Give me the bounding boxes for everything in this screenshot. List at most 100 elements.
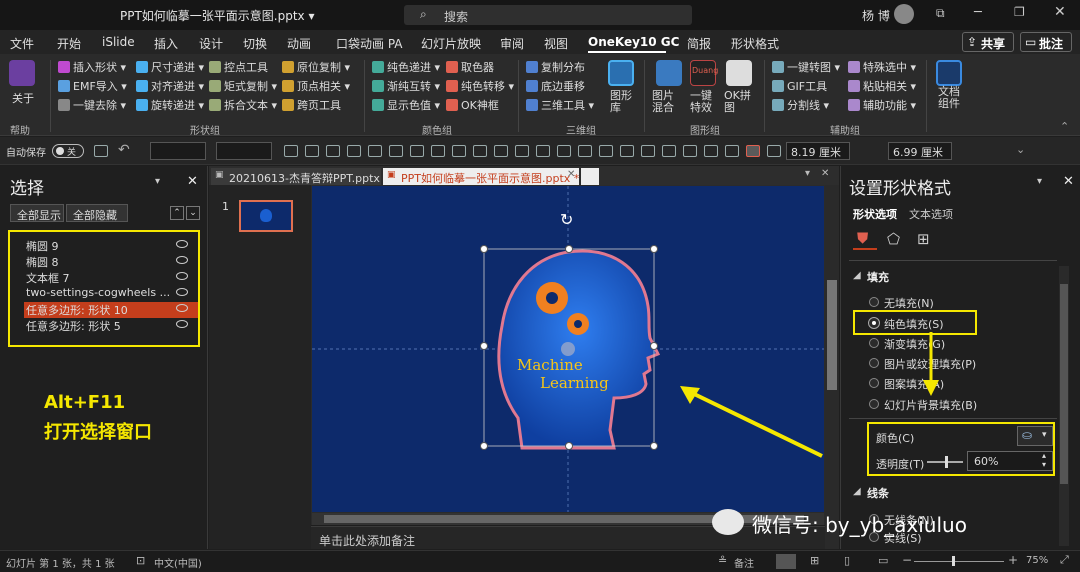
radio-gradient-fill[interactable] <box>869 338 879 348</box>
doc-component-icon[interactable] <box>936 60 962 86</box>
line-section-header[interactable]: 线条 <box>867 485 889 501</box>
merge-union-icon[interactable] <box>557 145 571 157</box>
fill-line-icon[interactable]: ⛊ <box>853 228 877 250</box>
gif-tool-button[interactable]: GIF工具 <box>787 80 827 93</box>
distribute-h-icon[interactable] <box>410 145 424 157</box>
shape-library-icon[interactable] <box>608 60 634 86</box>
tab-home[interactable]: 开始 <box>57 35 81 52</box>
close-icon[interactable]: ✕ <box>1054 4 1066 20</box>
undo-icon[interactable]: ↶ <box>118 142 130 158</box>
line-collapse-icon[interactable]: ◢ <box>853 486 861 497</box>
radio-pattern-fill[interactable] <box>869 378 879 388</box>
user-name[interactable]: 杨 博 <box>862 7 890 24</box>
resize-handle[interactable] <box>565 442 573 450</box>
effects-icon[interactable]: ⬠ <box>887 230 900 248</box>
image-blend-icon[interactable] <box>656 60 682 86</box>
merge-subtract-icon[interactable] <box>641 145 655 157</box>
fit-to-window-icon[interactable]: ⤢ <box>1060 553 1069 567</box>
emf-import-button[interactable]: EMF导入 ▾ <box>73 80 127 93</box>
format-pane-scrollbar[interactable] <box>1059 266 1069 546</box>
fill-section-header[interactable]: 填充 <box>867 269 889 285</box>
slide-text-machine[interactable]: Machine <box>517 356 583 374</box>
insert-shape-button[interactable]: 插入形状 ▾ <box>73 61 126 74</box>
comment-button[interactable]: ▭ 批注 <box>1020 32 1072 52</box>
tab-transitions[interactable]: 切换 <box>243 35 267 52</box>
cross-page-tool-button[interactable]: 跨页工具 <box>297 99 341 112</box>
search-box[interactable]: ⌕ 搜索 <box>404 5 692 25</box>
shape-library-button[interactable]: 图形库 <box>610 90 632 114</box>
solid-progress-button[interactable]: 纯色递进 ▾ <box>387 61 440 74</box>
about-icon[interactable] <box>9 60 35 86</box>
pane-close-icon[interactable]: ✕ <box>187 174 198 189</box>
tab-pocket-animation[interactable]: 口袋动画 PA <box>336 35 403 52</box>
paste-related-button[interactable]: 粘贴相关 ▾ <box>863 80 916 93</box>
align-left-icon[interactable] <box>284 145 298 157</box>
vertical-scroll-thumb[interactable] <box>827 280 837 390</box>
avatar[interactable] <box>894 4 914 24</box>
tab-onekey[interactable]: OneKey10 GC <box>588 35 679 49</box>
font-box[interactable] <box>150 142 206 160</box>
zoom-level[interactable]: 75% <box>1026 555 1048 566</box>
edit-points-icon[interactable] <box>662 145 676 157</box>
group-icon[interactable] <box>473 145 487 157</box>
slide-text-learning[interactable]: Learning <box>540 374 609 392</box>
in-place-copy-button[interactable]: 原位复制 ▾ <box>297 61 350 74</box>
normal-view-icon[interactable] <box>776 554 796 569</box>
resize-handle[interactable] <box>650 245 658 253</box>
align-bottom-icon[interactable] <box>389 145 403 157</box>
slideshow-icon[interactable]: ▭ <box>878 554 888 567</box>
size-progress-button[interactable]: 尺寸递进 ▾ <box>151 61 204 74</box>
notes-toggle[interactable]: 备注 <box>734 555 754 570</box>
size-icon[interactable] <box>767 145 781 157</box>
radio-slide-bg-fill[interactable] <box>869 399 879 409</box>
shape-height-field[interactable]: 6.99 厘米 <box>888 142 952 160</box>
tab-slideshow[interactable]: 幻灯片放映 <box>421 35 481 52</box>
format-close-icon[interactable]: ✕ <box>1063 174 1074 189</box>
tab-review[interactable]: 审阅 <box>500 35 524 52</box>
ungroup-icon[interactable] <box>494 145 508 157</box>
restore-icon[interactable]: ❐ <box>1014 5 1025 19</box>
tabs-close-icon[interactable]: ✕ <box>821 168 829 179</box>
zoom-slider[interactable] <box>914 556 1004 566</box>
doc-component-button[interactable]: 文档组件 <box>938 86 962 110</box>
window-title[interactable]: PPT如何临摹一张平面示意图.pptx ▾ <box>120 7 315 24</box>
resize-handle[interactable] <box>565 245 573 253</box>
align-top-icon[interactable] <box>347 145 361 157</box>
merge-intersect-icon[interactable] <box>620 145 634 157</box>
align-center-icon[interactable] <box>305 145 319 157</box>
share-button[interactable]: ⇪ 共享 <box>962 32 1014 52</box>
merge-combine-icon[interactable] <box>578 145 592 157</box>
tab-islide[interactable]: iSlide <box>102 35 135 49</box>
zoom-out-icon[interactable]: − <box>902 553 912 567</box>
shape-width-field[interactable]: 8.19 厘米 <box>786 142 850 160</box>
bring-front-icon[interactable] <box>515 145 529 157</box>
resize-handle[interactable] <box>650 442 658 450</box>
zoom-thumb[interactable] <box>952 556 955 566</box>
one-click-to-image-button[interactable]: 一键转图 ▾ <box>787 61 840 74</box>
slide[interactable]: Machine Learning ↻ <box>312 186 824 512</box>
slide-thumbnail[interactable] <box>239 200 293 232</box>
save-icon[interactable] <box>94 145 108 157</box>
bottom-vertical-button[interactable]: 底边垂移 <box>541 80 585 93</box>
format-options-icon[interactable]: ▾ <box>1037 176 1042 187</box>
merge-fragment-icon[interactable] <box>599 145 613 157</box>
one-click-effect-button[interactable]: 一键特效 <box>690 90 718 114</box>
tab-animations[interactable]: 动画 <box>287 35 311 52</box>
pane-options-icon[interactable]: ▾ <box>155 176 160 187</box>
ribbon-display-icon[interactable]: ⧉ <box>936 6 945 21</box>
one-click-remove-button[interactable]: 一键去除 ▾ <box>73 99 126 112</box>
ok-collage-button[interactable]: OK拼图 <box>724 90 752 114</box>
tab-insert[interactable]: 插入 <box>154 35 178 52</box>
image-blend-button[interactable]: 图片混合 <box>652 90 682 114</box>
distribute-v-icon[interactable] <box>431 145 445 157</box>
tab-file[interactable]: 文件 <box>10 35 34 52</box>
vertical-scrollbar[interactable] <box>825 185 839 549</box>
control-point-tool-button[interactable]: 控点工具 <box>224 61 268 74</box>
tab-text-options[interactable]: 文本选项 <box>909 206 953 222</box>
selection-pane-icon[interactable] <box>746 145 760 157</box>
3d-tools-button[interactable]: 三维工具 ▾ <box>541 99 594 112</box>
language-status[interactable]: 中文(中国) <box>154 555 202 570</box>
align-progress-button[interactable]: 对齐递进 ▾ <box>151 80 204 93</box>
resize-handle[interactable] <box>480 442 488 450</box>
size-properties-icon[interactable]: ⊞ <box>917 230 930 248</box>
